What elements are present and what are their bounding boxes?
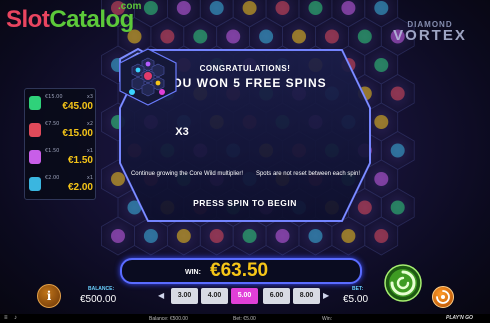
gem-symbol-icon <box>390 143 405 158</box>
gem-symbol-icon <box>193 29 208 44</box>
paytable-win: €45.00 <box>62 101 93 112</box>
autoplay-button[interactable] <box>432 286 454 308</box>
paytable-win: €2.00 <box>67 182 93 193</box>
gem-symbol-icon <box>275 1 290 15</box>
gem-symbol-icon <box>275 229 290 243</box>
balance-label: BALANCE: <box>88 286 115 292</box>
gem-symbol-icon <box>242 229 257 243</box>
bet-decrease-arrow-icon[interactable]: ◀ <box>158 291 164 300</box>
status-balance: Balance: €500.00 <box>149 316 188 322</box>
gem-icon <box>29 150 41 164</box>
status-bet: Bet: €5.00 <box>233 316 256 322</box>
game-logo: DIAMOND VORTEX <box>385 20 475 43</box>
gem-symbol-icon <box>357 29 372 44</box>
win-display: WIN: €63.50 <box>120 258 362 284</box>
gem-symbol-icon <box>176 229 191 243</box>
paytable-row: €2.00 x1 €2.00 <box>25 172 97 198</box>
status-bar: ≡ ♪ Balance: €500.00 Bet: €5.00 Win: PLA… <box>0 314 490 323</box>
win-label: WIN: <box>185 269 201 276</box>
gem-symbol-icon <box>259 29 274 44</box>
autoplay-icon <box>436 290 450 304</box>
gem-symbol-icon <box>143 1 158 15</box>
gem-symbol-icon <box>242 1 257 15</box>
bet-value: €5.00 <box>343 294 369 305</box>
paytable-amount: €7.50 <box>45 121 60 127</box>
info-button[interactable]: i <box>37 284 61 308</box>
gem-symbol-icon <box>226 29 241 44</box>
paytable-win: €1.50 <box>67 155 93 166</box>
paytable-row: €7.50 x2 €15.00 <box>25 118 97 144</box>
gem-symbol-icon <box>143 229 158 243</box>
paytable-row: €15.00 x3 €45.00 <box>25 91 97 117</box>
gem-symbol-icon <box>160 29 175 44</box>
spin-button[interactable] <box>384 264 422 302</box>
spots-caption: Spots are not reset between each spin! <box>255 171 361 177</box>
gem-symbol-icon <box>308 1 323 15</box>
gem-symbol-icon <box>308 229 323 243</box>
watermark-com-text: .com <box>118 1 142 12</box>
paytable-amount: €15.00 <box>45 94 63 100</box>
win-amount: €63.50 <box>210 260 269 281</box>
gem-icon <box>29 177 41 191</box>
gem-symbol-icon <box>324 29 339 44</box>
provider-logo: PLAY'N GO <box>446 315 473 321</box>
status-win: Win: <box>322 316 332 322</box>
gem-symbol-icon <box>176 1 191 15</box>
gem-symbol-icon <box>374 172 389 186</box>
gem-icon <box>29 123 41 137</box>
gem-symbol-icon <box>374 58 389 72</box>
bet-option-selected[interactable]: 5.00 <box>231 288 258 304</box>
paytable-multiplier: x3 <box>86 94 93 100</box>
bet-option[interactable]: 6.00 <box>263 288 290 304</box>
free-spins-popup: CONGRATULATIONS! YOU WON 5 FREE SPINS X3… <box>118 48 372 223</box>
paytable-multiplier: x1 <box>86 175 93 181</box>
win-breakdown-panel: €15.00 x3 €45.00 €7.50 x2 €15.00 €1.50 x… <box>24 88 96 200</box>
paytable-row: €1.50 x1 €1.50 <box>25 145 97 171</box>
paytable-multiplier: x1 <box>86 148 93 154</box>
gem-symbol-icon <box>111 229 125 243</box>
menu-icon[interactable]: ≡ <box>4 315 8 321</box>
paytable-multiplier: x2 <box>86 121 93 127</box>
paytable-amount: €2.00 <box>45 175 60 181</box>
balance-value: €500.00 <box>80 294 117 305</box>
slotcatalog-watermark: SlotCatalog .com <box>6 1 141 34</box>
gem-symbol-icon <box>374 229 389 243</box>
info-icon: i <box>46 289 52 303</box>
multiplier-value: X3 <box>175 126 189 138</box>
bet-increase-arrow-icon[interactable]: ▶ <box>323 291 329 300</box>
gem-symbol-icon <box>374 1 389 15</box>
gem-symbol-icon <box>341 1 356 15</box>
gem-symbol-icon <box>390 86 405 101</box>
gem-symbol-icon <box>209 229 224 243</box>
bet-option[interactable]: 8.00 <box>293 288 320 304</box>
multiplier-caption: Continue growing the Core Wild multiplie… <box>130 171 244 177</box>
watermark-slot-text: Slot <box>6 6 50 33</box>
gem-symbol-icon <box>292 29 306 44</box>
bet-option[interactable]: 4.00 <box>201 288 228 304</box>
gem-symbol-icon <box>390 200 405 215</box>
sound-icon[interactable]: ♪ <box>14 315 17 321</box>
gem-symbol-icon <box>374 115 389 129</box>
gem-icon <box>29 96 41 110</box>
spots-grid-icon <box>119 48 177 106</box>
bet-option[interactable]: 3.00 <box>171 288 198 304</box>
gem-symbol-icon <box>209 1 224 15</box>
paytable-amount: €1.50 <box>45 148 60 154</box>
gem-symbol-icon <box>341 229 356 243</box>
bet-label: BET: <box>352 286 364 292</box>
game-logo-main: VORTEX <box>393 27 467 44</box>
paytable-win: €15.00 <box>62 128 93 139</box>
press-spin-prompt: PRESS SPIN TO BEGIN <box>193 198 297 208</box>
